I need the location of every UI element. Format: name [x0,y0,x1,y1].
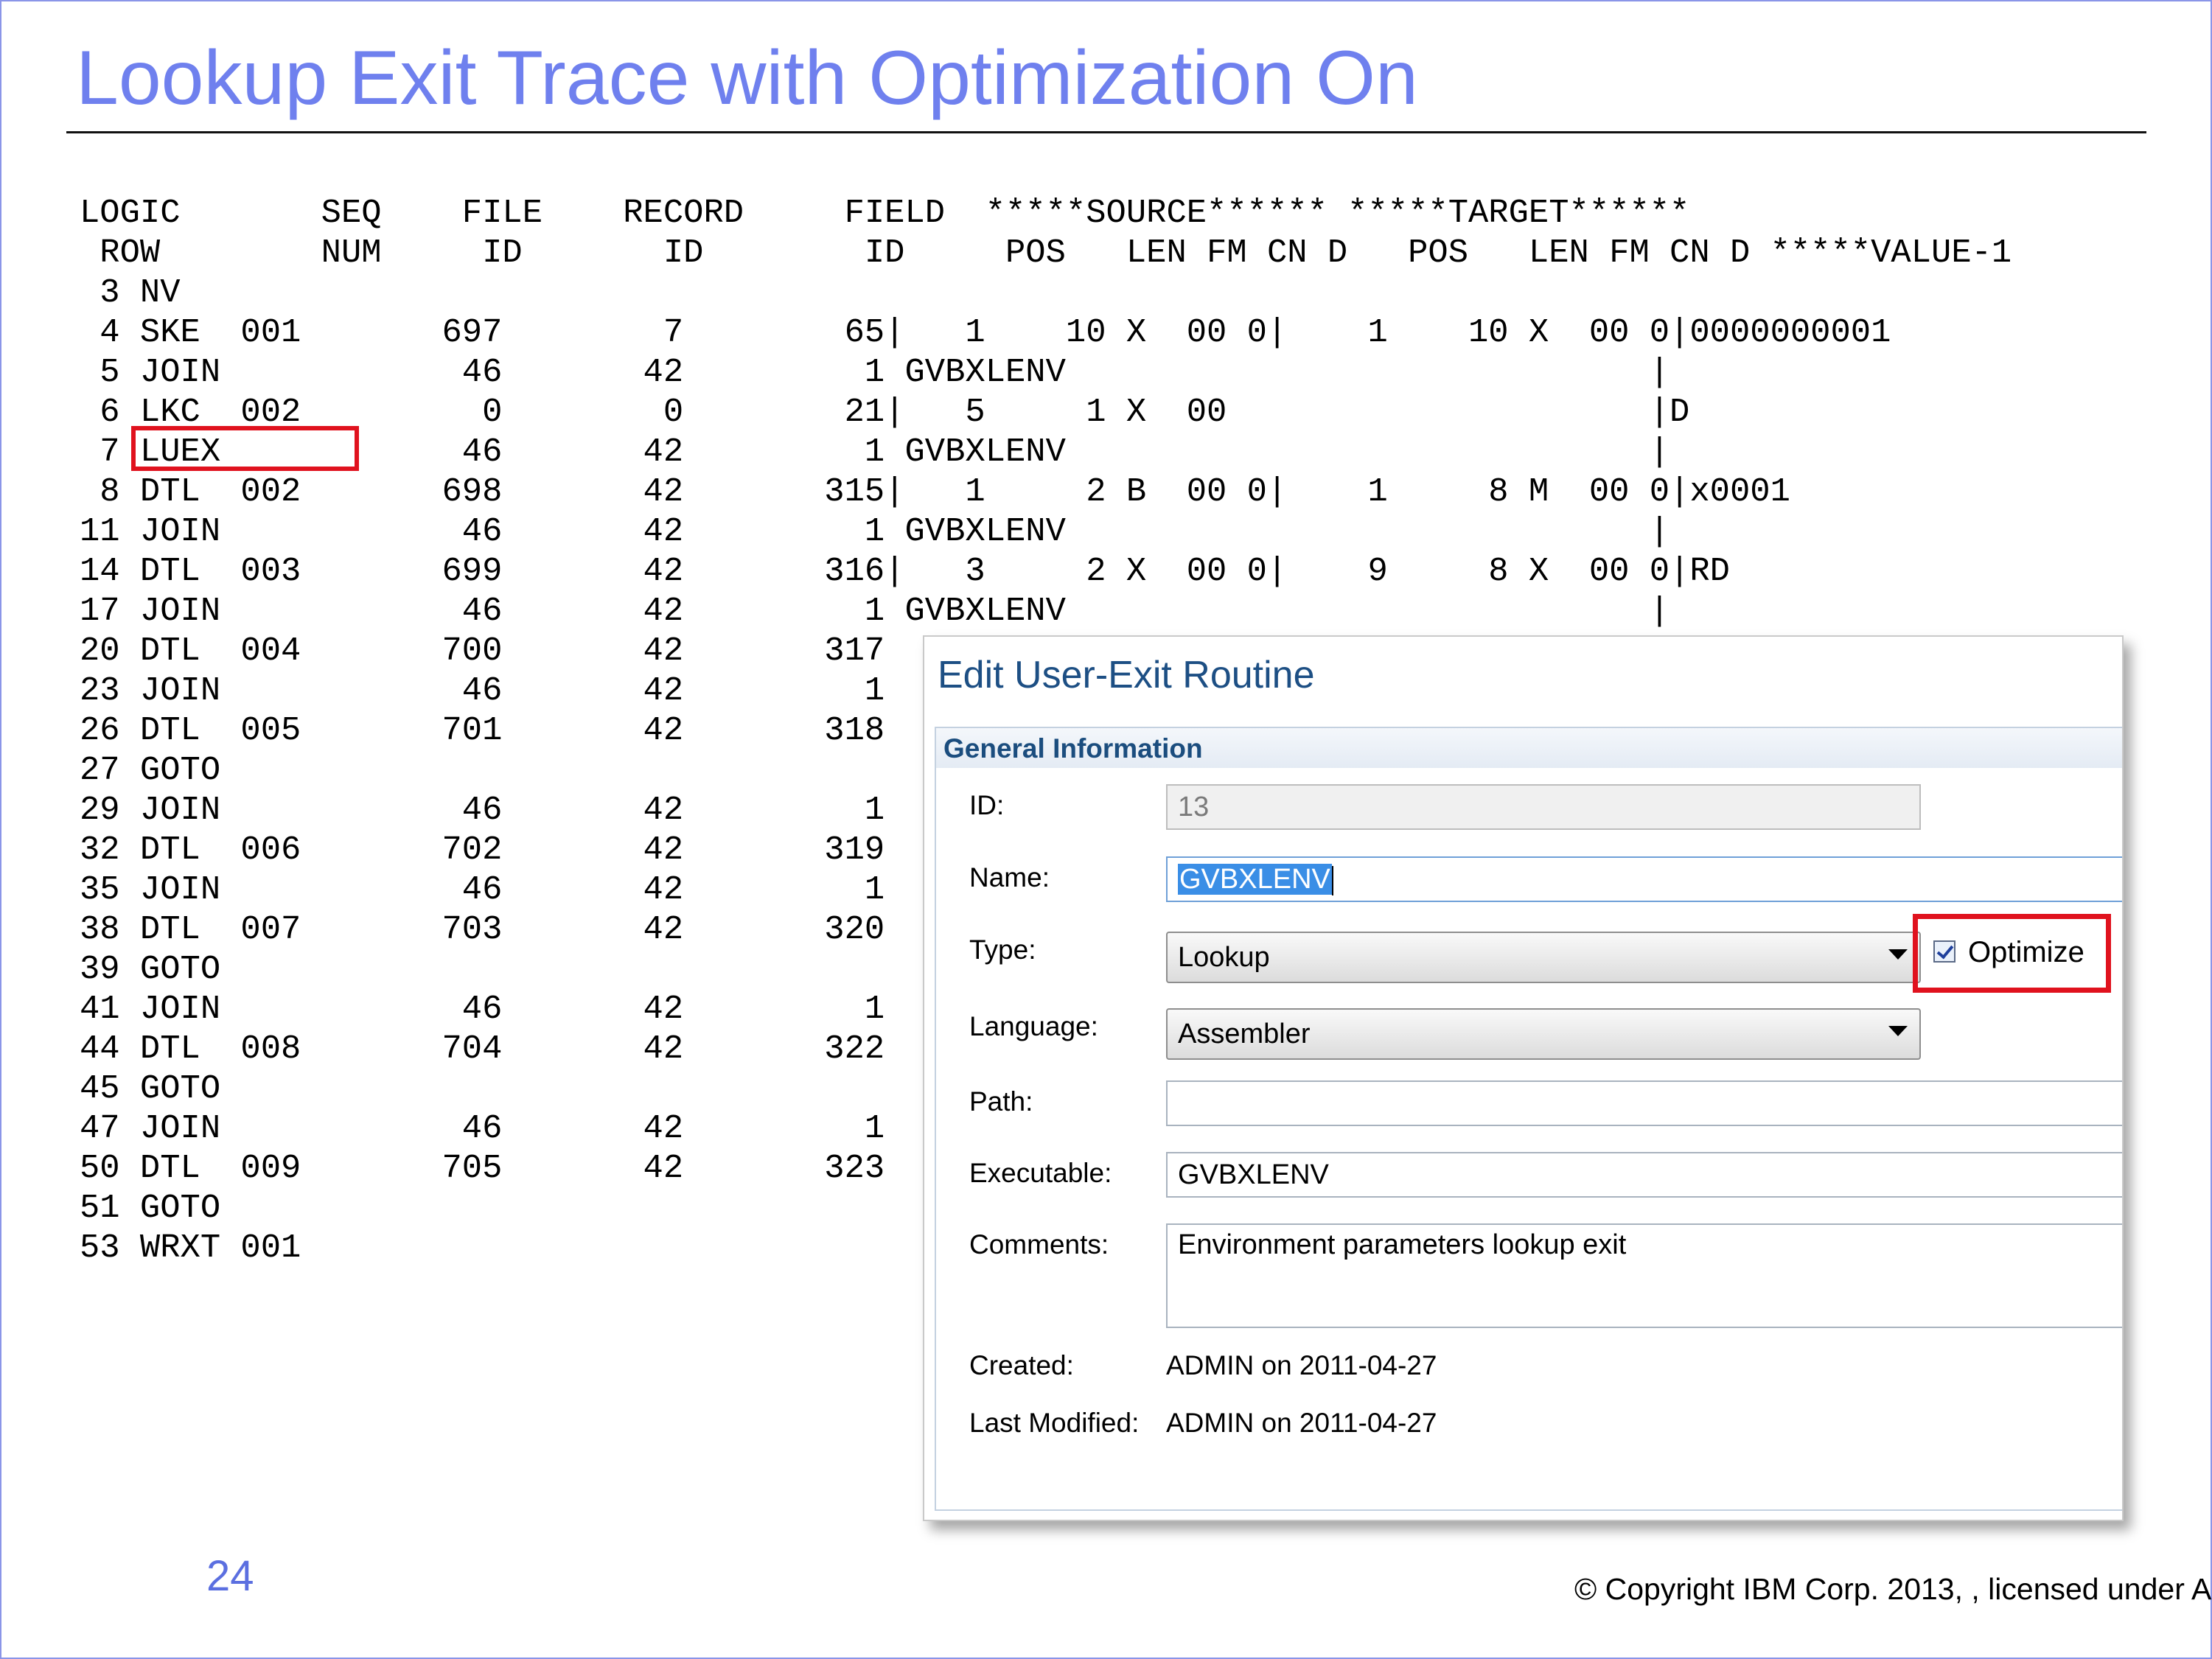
luex-highlight-box [131,426,359,471]
section-header: General Information [936,728,2122,768]
type-value: Lookup [1178,942,1270,973]
name-value: GVBXLENV [1178,864,1332,895]
created-label: Created: [969,1350,1074,1380]
last-modified-label: Last Modified: [969,1408,1140,1438]
section-title: General Information [943,733,1203,764]
language-value: Assembler [1178,1019,1311,1049]
trace-line: 26 DTL 005 701 42 318 [80,711,885,750]
trace-line: 14 DTL 003 699 42 316| 3 2 X 00 0| 9 8 X… [80,552,1730,590]
page-number: 24 [206,1552,254,1600]
trace-line: 53 WRXT 001 [80,1229,301,1267]
comments-textarea[interactable]: Environment parameters lookup exit [1166,1223,2122,1328]
name-label: Name: [969,862,1050,893]
language-label: Language: [969,1011,1098,1041]
last-modified-value: ADMIN on 2011-04-27 [1166,1408,1437,1438]
name-input[interactable]: GVBXLENV [1166,856,2122,902]
id-field: 13 [1166,784,1921,830]
trace-line: LOGIC SEQ FILE RECORD FIELD *****SOURCE*… [80,194,1690,232]
optimize-highlight-box [1913,914,2111,993]
trace-line: 17 JOIN 46 42 1 GVBXLENV | [80,592,1670,630]
id-label: ID: [969,790,1005,820]
language-select[interactable]: Assembler [1166,1008,1921,1060]
edit-user-exit-dialog: Edit User-Exit Routine General Informati… [923,635,2124,1521]
text-cursor [1331,865,1333,895]
chevron-down-icon [1888,1026,1908,1036]
trace-line: 29 JOIN 46 42 1 [80,791,885,829]
trace-line: 38 DTL 007 703 42 320 [80,910,885,949]
path-input[interactable] [1166,1080,2122,1126]
general-information-section: General Information ID: 13 Name: GVBXLEN… [935,727,2122,1511]
trace-line: 20 DTL 004 700 42 317 [80,632,885,670]
created-value: ADMIN on 2011-04-27 [1166,1350,1437,1380]
trace-line: 3 NV [80,273,181,312]
trace-line: 47 JOIN 46 42 1 [80,1109,885,1148]
executable-input[interactable]: GVBXLENV [1166,1152,2122,1198]
comments-label: Comments: [969,1229,1109,1260]
trace-line: 23 JOIN 46 42 1 [80,671,885,710]
trace-line: 50 DTL 009 705 42 323 [80,1149,885,1187]
trace-line: 27 GOTO [80,751,221,789]
dialog-title: Edit User-Exit Routine [938,654,1315,696]
trace-line: 39 GOTO [80,950,221,988]
trace-line: 4 SKE 001 697 7 65| 1 10 X 00 0| 1 10 X … [80,313,1891,352]
trace-line: 51 GOTO [80,1189,221,1227]
trace-line: ROW NUM ID ID ID POS LEN FM CN D POS LEN… [80,234,2012,272]
trace-line: 41 JOIN 46 42 1 [80,990,885,1028]
trace-line: 5 JOIN 46 42 1 GVBXLENV | [80,353,1670,391]
slide-title: Lookup Exit Trace with Optimization On [76,35,1418,121]
copyright-notice: © Copyright IBM Corp. 2013, , licensed u… [1574,1572,2212,1606]
trace-line: 44 DTL 008 704 42 322 [80,1030,885,1068]
trace-line: 8 DTL 002 698 42 315| 1 2 B 00 0| 1 8 M … [80,472,1790,511]
trace-line: 11 JOIN 46 42 1 GVBXLENV | [80,512,1670,551]
type-label: Type: [969,935,1036,965]
type-select[interactable]: Lookup [1166,932,1921,983]
path-label: Path: [969,1086,1033,1117]
trace-line: 32 DTL 006 702 42 319 [80,831,885,869]
trace-line: 35 JOIN 46 42 1 [80,870,885,909]
title-divider [66,131,2146,133]
chevron-down-icon [1888,949,1908,960]
trace-line: 45 GOTO [80,1069,221,1108]
executable-label: Executable: [969,1158,1112,1188]
